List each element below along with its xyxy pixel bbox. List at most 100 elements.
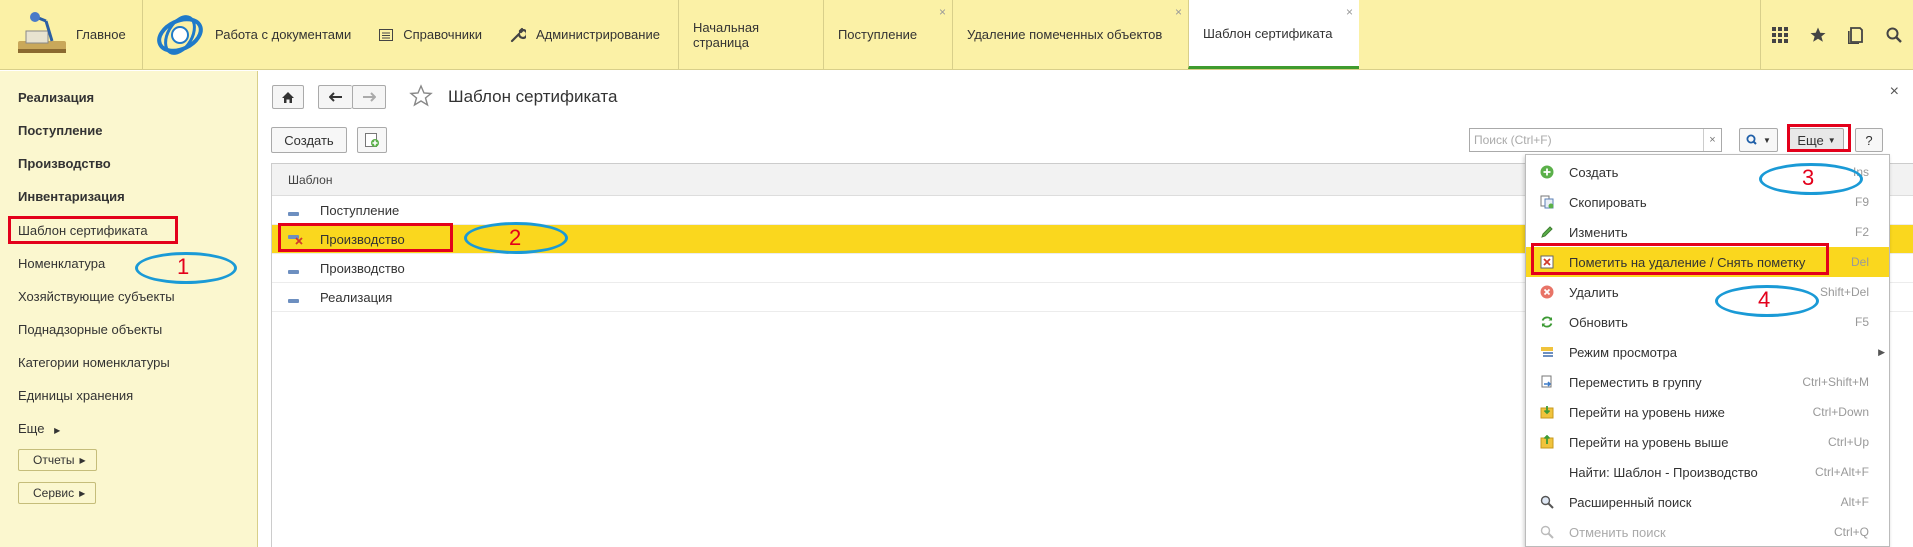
create-button[interactable]: Создать <box>271 127 347 153</box>
close-icon[interactable]: × <box>939 6 946 18</box>
annotation-number-3: 3 <box>1802 165 1815 190</box>
create-group-button[interactable] <box>357 127 387 153</box>
search-options-button[interactable]: ▼ <box>1739 128 1778 152</box>
menu-item-level-down[interactable]: Перейти на уровень ниже Ctrl+Down <box>1526 397 1889 427</box>
menu-item-label: Расширенный поиск <box>1569 494 1692 510</box>
sidebar-more[interactable]: Еще ▶ <box>18 421 60 436</box>
sidebar-item-sales[interactable]: Реализация <box>18 90 94 105</box>
section-documents[interactable]: Работа с документами <box>143 0 365 69</box>
apps-grid-icon[interactable] <box>1761 0 1799 69</box>
sidebar-item-supervised-objects[interactable]: Поднадзорные объекты <box>18 322 162 337</box>
menu-item-shortcut: Ctrl+Alt+F <box>1814 465 1869 479</box>
submenu-arrow-icon: ▶ <box>1878 346 1885 357</box>
menu-item-shortcut: Ctrl+Up <box>1827 435 1869 449</box>
home-button[interactable] <box>272 85 304 109</box>
history-icon[interactable] <box>1837 0 1875 69</box>
menu-item-mark-for-deletion[interactable]: Пометить на удаление / Снять пометку Del <box>1526 247 1889 277</box>
menu-item-copy[interactable]: Скопировать F9 <box>1526 187 1889 217</box>
search-icon[interactable] <box>1875 0 1913 69</box>
search-icon <box>1540 495 1554 509</box>
close-form-button[interactable]: × <box>1890 83 1899 101</box>
reports-button[interactable]: Отчеты ▶ <box>18 449 97 471</box>
menu-item-label: Отменить поиск <box>1569 524 1666 540</box>
section-documents-label: Работа с документами <box>215 27 352 42</box>
sidebar-item-production[interactable]: Производство <box>18 156 111 171</box>
menu-item-level-up[interactable]: Перейти на уровень выше Ctrl+Up <box>1526 427 1889 457</box>
menu-item-label: Удалить <box>1569 284 1619 300</box>
item-icon <box>288 292 300 307</box>
sidebar-item-inventory[interactable]: Инвентаризация <box>18 189 125 204</box>
menu-item-refresh[interactable]: Обновить F5 <box>1526 307 1889 337</box>
top-bar: Главное Работа с документами Справочники <box>0 0 1913 70</box>
triangle-right-icon: ▶ <box>79 488 86 498</box>
menu-item-view-mode[interactable]: Режим просмотра ▶ <box>1526 337 1889 367</box>
menu-item-shortcut: Ctrl+Down <box>1812 405 1869 419</box>
menu-item-advanced-search[interactable]: Расширенный поиск Alt+F <box>1526 487 1889 517</box>
column-header-template: Шаблон <box>288 172 333 187</box>
clear-search-icon[interactable]: × <box>1703 129 1721 151</box>
star-icon[interactable] <box>1799 0 1837 69</box>
tab-receipt[interactable]: Поступление × <box>822 0 952 69</box>
level-down-icon <box>1540 405 1554 419</box>
home-desk-icon <box>12 7 72 63</box>
menu-item-edit[interactable]: Изменить F2 <box>1526 217 1889 247</box>
menu-item-label: Изменить <box>1569 224 1628 240</box>
menu-item-delete[interactable]: Удалить Shift+Del <box>1526 277 1889 307</box>
sidebar-item-certificate-template[interactable]: Шаблон сертификата <box>18 223 148 238</box>
menu-item-shortcut: Ctrl+Q <box>1833 525 1869 539</box>
tab-certificate-template[interactable]: Шаблон сертификата × <box>1187 0 1359 69</box>
move-group-icon <box>1540 375 1554 389</box>
close-icon[interactable]: × <box>1175 6 1182 18</box>
row-label: Реализация <box>320 289 393 305</box>
menu-item-label: Найти: Шаблон - Производство <box>1569 464 1758 480</box>
home-section[interactable]: Главное <box>0 0 143 69</box>
search-input[interactable]: Поиск (Ctrl+F) × <box>1469 128 1722 152</box>
menu-item-label: Скопировать <box>1569 194 1647 210</box>
menu-item-shortcut: F9 <box>1854 195 1869 209</box>
section-administration-label: Администрирование <box>535 27 660 42</box>
tab-home-page[interactable]: Начальная страница <box>677 0 823 69</box>
sidebar-item-nomenclature-categories[interactable]: Категории номенклатуры <box>18 355 170 370</box>
sidebar-item-receipt[interactable]: Поступление <box>18 123 103 138</box>
item-icon <box>288 263 300 278</box>
list-icon <box>379 28 394 41</box>
plus-circle-icon <box>1540 165 1554 179</box>
search-placeholder: Поиск (Ctrl+F) <box>1474 133 1552 147</box>
sidebar-item-nomenclature[interactable]: Номенклатура <box>18 256 105 271</box>
item-icon <box>288 205 300 220</box>
menu-item-shortcut: F2 <box>1854 225 1869 239</box>
chevron-down-icon: ▼ <box>1827 135 1836 145</box>
help-button[interactable]: ? <box>1855 128 1883 152</box>
favorite-star-icon[interactable] <box>409 84 433 111</box>
menu-item-shortcut: Shift+Del <box>1819 285 1869 299</box>
menu-item-find[interactable]: Найти: Шаблон - Производство Ctrl+Alt+F <box>1526 457 1889 487</box>
marked-for-deletion-icon <box>288 232 304 249</box>
close-icon[interactable]: × <box>1346 6 1353 18</box>
sidebar: Реализация Поступление Производство Инве… <box>0 71 258 547</box>
menu-item-create[interactable]: Создать Ins <box>1526 157 1889 187</box>
delete-icon <box>1540 285 1554 299</box>
sidebar-item-business-entities[interactable]: Хозяйствующие субъекты <box>18 289 175 304</box>
sidebar-more-label: Еще <box>18 421 45 436</box>
service-button[interactable]: Сервис ▶ <box>18 482 97 504</box>
1c-logo-icon <box>155 10 205 60</box>
pencil-icon <box>1540 225 1554 239</box>
more-menu: Создать Ins Скопировать F9 Изменить F2 П… <box>1525 154 1890 547</box>
menu-item-label: Переместить в группу <box>1569 374 1702 390</box>
section-references[interactable]: Справочники <box>365 0 496 69</box>
view-mode-icon <box>1540 345 1554 359</box>
menu-item-label: Обновить <box>1569 314 1628 330</box>
menu-item-cancel-search[interactable]: Отменить поиск Ctrl+Q <box>1526 517 1889 547</box>
menu-item-shortcut: Del <box>1850 255 1869 269</box>
tab-delete-marked[interactable]: Удаление помеченных объектов × <box>951 0 1188 69</box>
mark-delete-icon <box>1540 255 1554 269</box>
forward-button[interactable] <box>352 85 386 109</box>
sidebar-item-storage-units[interactable]: Единицы хранения <box>18 388 133 403</box>
menu-item-move-to-group[interactable]: Переместить в группу Ctrl+Shift+M <box>1526 367 1889 397</box>
back-button[interactable] <box>318 85 352 109</box>
section-administration[interactable]: Администрирование <box>496 0 674 69</box>
menu-item-shortcut: Ins <box>1852 165 1869 179</box>
more-button[interactable]: Еще ▼ <box>1789 128 1844 152</box>
house-icon <box>282 91 294 103</box>
wrench-icon <box>510 27 526 43</box>
